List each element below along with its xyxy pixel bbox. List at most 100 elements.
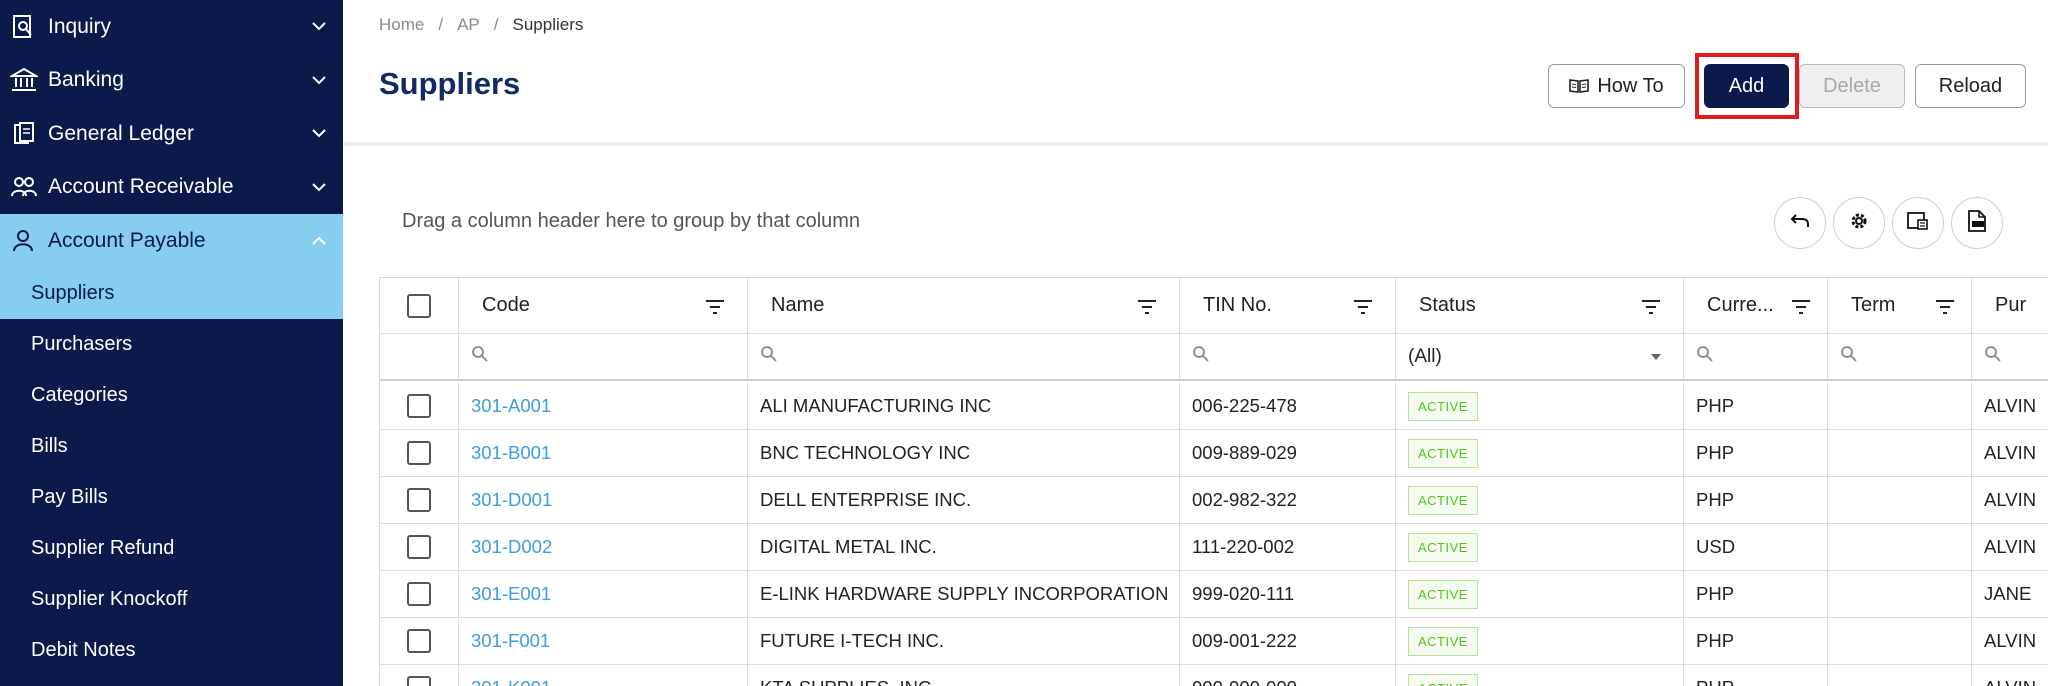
row-checkbox[interactable]	[407, 582, 431, 606]
reload-button[interactable]: Reload	[1915, 64, 2026, 108]
table-row[interactable]: 301-K001 KTA SUPPLIES, INC 000-000-000 A…	[380, 665, 2048, 686]
row-checkbox[interactable]	[407, 676, 431, 686]
column-header-status[interactable]: Status	[1396, 278, 1684, 333]
row-checkbox[interactable]	[407, 629, 431, 653]
table-row[interactable]: 301-E001 E-LINK HARDWARE SUPPLY INCORPOR…	[380, 571, 2048, 618]
tin-cell: 006-225-478	[1180, 383, 1396, 429]
code-cell: 301-E001	[459, 571, 748, 617]
how-to-button[interactable]: How To	[1548, 64, 1685, 108]
currency-cell: PHP	[1684, 618, 1828, 664]
purchaser-cell: ALVIN	[1972, 477, 2048, 523]
nav-group-banking[interactable]: Banking	[0, 54, 343, 108]
supplier-code-link[interactable]: 301-K001	[471, 677, 551, 686]
revert-button[interactable]	[1774, 197, 1826, 249]
row-checkbox[interactable]	[407, 441, 431, 465]
filter-cell-tin[interactable]	[1180, 334, 1396, 379]
column-header-purchaser[interactable]: Pur	[1972, 278, 2048, 333]
search-icon	[1984, 345, 2002, 368]
sidebar-item-purchasers[interactable]: Purchasers	[0, 319, 343, 370]
column-header-tin[interactable]: TIN No.	[1180, 278, 1396, 333]
delete-button[interactable]: Delete	[1799, 64, 1905, 108]
nav-group-account-receivable[interactable]: Account Receivable	[0, 161, 343, 215]
row-select-cell	[380, 430, 459, 476]
sidebar-item-pay-bills[interactable]: Pay Bills	[0, 472, 343, 523]
name-cell: DIGITAL METAL INC.	[748, 524, 1180, 570]
column-chooser-button[interactable]	[1892, 197, 1944, 249]
row-select-cell	[380, 524, 459, 570]
filter-cell-code[interactable]	[459, 334, 748, 379]
supplier-code-link[interactable]: 301-B001	[471, 442, 551, 464]
purchaser-cell: ALVIN	[1972, 665, 2048, 686]
table-row[interactable]: 301-D002 DIGITAL METAL INC. 111-220-002 …	[380, 524, 2048, 571]
filter-icon[interactable]	[1791, 298, 1811, 314]
nav-group-inquiry[interactable]: Inquiry	[0, 0, 343, 54]
row-select-cell	[380, 618, 459, 664]
supplier-code-link[interactable]: 301-D002	[471, 536, 552, 558]
filter-icon[interactable]	[1935, 298, 1955, 314]
header-select-all-cell	[380, 278, 459, 333]
purchaser-cell: ALVIN	[1972, 430, 2048, 476]
column-header-term[interactable]: Term	[1828, 278, 1972, 333]
sidebar-item-supplier-knockoff[interactable]: Supplier Knockoff	[0, 574, 343, 625]
sidebar-item-debit-notes[interactable]: Debit Notes	[0, 625, 343, 676]
gear-icon	[1848, 210, 1870, 237]
name-cell: E-LINK HARDWARE SUPPLY INCORPORATION	[748, 571, 1180, 617]
supplier-code-link[interactable]: 301-A001	[471, 395, 551, 417]
status-cell: ACTIVE	[1396, 665, 1684, 686]
nav-group-general-ledger[interactable]: General Ledger	[0, 107, 343, 161]
row-select-cell	[380, 665, 459, 686]
nav-group-label: Account Receivable	[48, 175, 234, 199]
group-panel-hint: Drag a column header here to group by th…	[402, 210, 861, 232]
code-cell: 301-K001	[459, 665, 748, 686]
chevron-down-icon	[311, 72, 327, 88]
nav-group-account-payable[interactable]: Account Payable	[0, 214, 343, 268]
column-header-name[interactable]: Name	[748, 278, 1180, 333]
breadcrumb-current: Suppliers	[512, 15, 584, 34]
table-row[interactable]: 301-D001 DELL ENTERPRISE INC. 002-982-32…	[380, 477, 2048, 524]
sidebar: Inquiry Banking General Ledger Account R…	[0, 0, 343, 686]
filter-cell-status[interactable]: (All)	[1396, 334, 1684, 379]
search-icon	[1696, 345, 1714, 368]
name-cell: FUTURE I-TECH INC.	[748, 618, 1180, 664]
breadcrumb-home[interactable]: Home	[379, 15, 424, 35]
breadcrumb-ap[interactable]: AP	[457, 15, 480, 35]
tin-cell: 002-982-322	[1180, 477, 1396, 523]
supplier-code-link[interactable]: 301-D001	[471, 489, 552, 511]
filter-cell-currency[interactable]	[1684, 334, 1828, 379]
column-header-code[interactable]: Code	[459, 278, 748, 333]
tin-cell: 111-220-002	[1180, 524, 1396, 570]
table-row[interactable]: 301-F001 FUTURE I-TECH INC. 009-001-222 …	[380, 618, 2048, 665]
status-filter-value: (All)	[1408, 345, 1442, 367]
row-checkbox[interactable]	[407, 535, 431, 559]
filter-icon[interactable]	[1353, 298, 1373, 314]
row-checkbox[interactable]	[407, 488, 431, 512]
ledger-icon	[10, 120, 38, 148]
sidebar-item-supplier-refund[interactable]: Supplier Refund	[0, 523, 343, 574]
sidebar-item-bills[interactable]: Bills	[0, 421, 343, 472]
row-select-cell	[380, 383, 459, 429]
export-button[interactable]	[1951, 197, 2003, 249]
table-row[interactable]: 301-B001 BNC TECHNOLOGY INC 009-889-029 …	[380, 430, 2048, 477]
filter-cell-purchaser[interactable]	[1972, 334, 2048, 379]
column-header-currency[interactable]: Curre...	[1684, 278, 1828, 333]
filter-icon[interactable]	[1641, 298, 1661, 314]
filter-cell-term[interactable]	[1828, 334, 1972, 379]
sidebar-item-suppliers[interactable]: Suppliers	[0, 267, 343, 319]
settings-button[interactable]	[1833, 197, 1885, 249]
table-row[interactable]: 301-A001 ALI MANUFACTURING INC 006-225-4…	[380, 383, 2048, 430]
filter-icon[interactable]	[1137, 298, 1157, 314]
currency-cell: PHP	[1684, 383, 1828, 429]
nav-group-label: Inquiry	[48, 14, 112, 38]
filter-cell-name[interactable]	[748, 334, 1180, 379]
purchaser-cell: ALVIN	[1972, 618, 2048, 664]
status-badge: ACTIVE	[1408, 532, 1478, 562]
select-all-checkbox[interactable]	[407, 293, 431, 318]
row-checkbox[interactable]	[407, 394, 431, 418]
add-button[interactable]: Add	[1704, 64, 1789, 108]
sidebar-item-categories[interactable]: Categories	[0, 370, 343, 421]
term-cell	[1828, 383, 1972, 429]
filter-icon[interactable]	[705, 298, 725, 314]
supplier-code-link[interactable]: 301-F001	[471, 630, 550, 652]
supplier-code-link[interactable]: 301-E001	[471, 583, 551, 605]
payable-icon	[10, 227, 38, 255]
